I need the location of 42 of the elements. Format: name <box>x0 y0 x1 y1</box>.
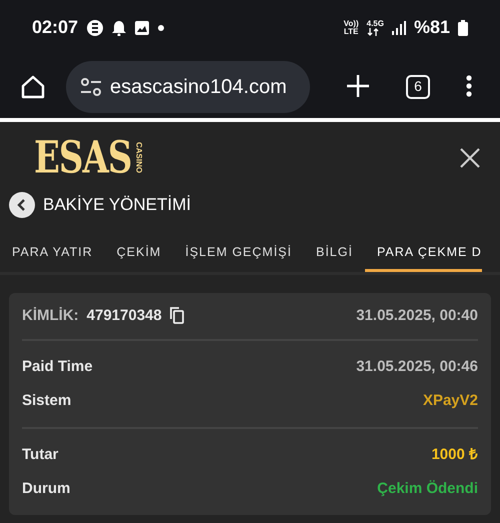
created-date: 31.05.2025, 00:40 <box>356 306 478 326</box>
row-value: 1000 ₺ <box>431 444 478 464</box>
address-bar[interactable]: esascasino104.com <box>66 60 310 112</box>
image-icon <box>134 20 150 36</box>
tab-count-button[interactable]: 6 <box>406 74 430 98</box>
data-type-label: 4.5G <box>366 20 384 28</box>
battery-icon <box>458 20 468 36</box>
tab[interactable]: PARA ÇEKME D <box>364 234 482 272</box>
tab[interactable]: ÇEKİM <box>104 234 174 272</box>
tab[interactable]: İŞLEM GEÇMİŞİ <box>173 234 304 272</box>
copy-icon <box>170 307 184 324</box>
row-label: Durum <box>22 478 70 498</box>
network-label: Vo)) <box>344 20 359 28</box>
back-button[interactable] <box>9 192 35 218</box>
row-value: Çekim Ödendi <box>377 478 478 498</box>
logo-text: ESAS <box>34 136 132 180</box>
url-text: esascasino104.com <box>110 74 287 100</box>
plus-icon <box>346 74 370 98</box>
row-label: Tutar <box>22 444 58 464</box>
status-time: 02:07 <box>32 16 78 39</box>
battery-percent: %81 <box>414 16 450 39</box>
row-value: 31.05.2025, 00:46 <box>356 356 478 376</box>
bell-icon <box>112 20 126 36</box>
more-icon <box>466 75 472 98</box>
tab[interactable]: BİLGİ <box>304 234 365 272</box>
dot-icon <box>158 24 164 30</box>
page-title: BAKİYE YÖNETİMİ <box>43 194 192 216</box>
close-icon <box>460 148 480 168</box>
app-icon <box>86 18 104 36</box>
transaction-id: 479170348 <box>86 306 162 326</box>
data-arrows-icon <box>366 28 379 36</box>
tab[interactable]: PARA YATIR <box>0 234 105 272</box>
signal-icon <box>392 20 406 34</box>
network-label: LTE <box>344 28 359 36</box>
id-label: KİMLİK: <box>22 306 79 326</box>
home-icon <box>20 74 46 100</box>
logo-subtext: CASINO <box>134 142 142 174</box>
row-label: Sistem <box>22 390 72 410</box>
row-label: Paid Time <box>22 356 93 376</box>
chevron-left-icon <box>17 199 27 211</box>
row-value: XPayV2 <box>422 390 478 410</box>
site-settings-icon <box>80 78 102 96</box>
